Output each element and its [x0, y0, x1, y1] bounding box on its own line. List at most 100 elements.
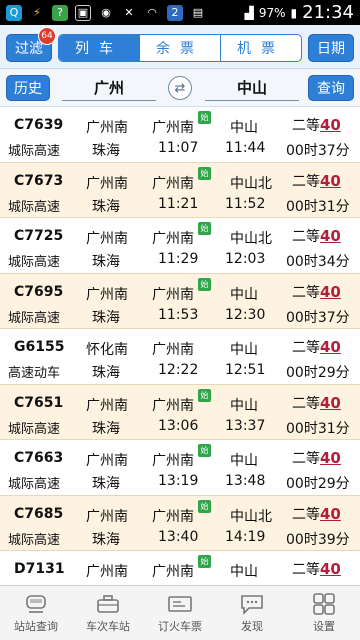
arrival-station: 中山 [230, 286, 258, 303]
train-destination: 珠海 [92, 254, 120, 270]
train-type: 城际高速 [8, 532, 61, 548]
history-button[interactable]: 历史 [6, 75, 50, 101]
train-destination: 珠海 [92, 143, 120, 159]
train-destination: 珠海 [92, 198, 120, 215]
train-type: 高速动车 [8, 366, 61, 381]
nav-book-ticket[interactable]: 订火车票 [144, 586, 216, 640]
train-row[interactable]: C7725 城际高速 广州南 珠海 广州南始 11:29 中山北 12:03 二等40 00时34… [0, 218, 360, 274]
battery-icon: ▮ [290, 5, 298, 20]
departure-station: 广州南 [152, 286, 194, 303]
seat-count[interactable]: 40 [320, 505, 341, 523]
nav-station-query[interactable]: 站站查询 [0, 586, 72, 640]
train-code: C7663 [14, 450, 64, 466]
departure-station: 广州南 [152, 453, 194, 469]
chat-icon [239, 593, 265, 615]
seat-class: 二等 [292, 173, 320, 190]
departure-time: 11:29 [158, 251, 199, 267]
origin-badge: 始 [198, 499, 211, 513]
ticket-icon [167, 593, 193, 615]
arrival-time: 13:37 [225, 417, 266, 434]
date-button[interactable]: 日期 [308, 34, 354, 62]
departure-time: 13:40 [158, 528, 199, 545]
train-code: C7673 [14, 172, 64, 189]
seat-count[interactable]: 40 [320, 394, 341, 412]
status-bar: Q ⚡ ? ▣ ◉ ✕ ◠ 2 ▤ ▟ 97% ▮ 21:34 [0, 0, 360, 25]
train-origin: 广州南 [86, 231, 128, 247]
train-row[interactable]: C7673 城际高速 广州南 珠海 广州南始 11:21 中山北 11:52 二等40 00时31… [0, 162, 360, 218]
origin-badge: 始 [198, 444, 211, 457]
seat-count[interactable]: 40 [320, 560, 341, 578]
seat-count[interactable]: 40 [320, 227, 341, 245]
arrival-station: 中山北 [230, 231, 272, 247]
nav-train-station[interactable]: 车次车站 [72, 586, 144, 640]
arrival-time: 11:44 [225, 140, 266, 156]
train-origin: 广州南 [86, 286, 128, 303]
train-code: C7695 [14, 283, 64, 300]
tab-trains[interactable]: 列车 [59, 35, 139, 61]
seat-availability: 二等40 [292, 226, 341, 246]
nav-discover[interactable]: 发现 [216, 586, 288, 640]
from-station-field[interactable]: 广州 [62, 74, 156, 101]
arrival-time: 12:51 [225, 362, 266, 378]
seat-availability: 二等40 [292, 393, 341, 413]
travel-duration: 00时31分 [286, 420, 350, 437]
grid-icon [311, 592, 337, 615]
departure-time: 13:19 [158, 473, 199, 489]
origin-badge: 始 [198, 222, 211, 235]
departure-time: 11:07 [158, 140, 199, 156]
arrival-station: 中山 [230, 120, 258, 136]
departure-time: 11:21 [158, 195, 199, 212]
seat-count[interactable]: 40 [320, 449, 341, 467]
train-row[interactable]: C7651 城际高速 广州南 珠海 广州南始 13:06 中山 13:37 二等40 00时31分 [0, 384, 360, 440]
train-code: C7639 [14, 117, 64, 133]
seat-count[interactable]: 40 [320, 338, 341, 356]
seat-count[interactable]: 40 [320, 116, 341, 134]
arrival-time: 11:52 [225, 195, 266, 212]
departure-station: 广州南 [152, 508, 194, 525]
image-icon: ▣ [75, 4, 91, 21]
train-destination: 珠海 [92, 476, 120, 492]
train-row[interactable]: C7695 城际高速 广州南 珠海 广州南始 11:53 中山 12:30 二等40 00时37分 [0, 273, 360, 329]
train-list[interactable]: C7639 城际高速 广州南 珠海 广州南始 11:07 中山 11:44 二等40 00时37分… [0, 107, 360, 585]
seat-class: 二等 [292, 562, 320, 578]
travel-duration: 00时29分 [286, 365, 350, 381]
train-origin: 怀化南 [86, 342, 128, 358]
train-destination: 珠海 [92, 420, 120, 437]
train-row[interactable]: C7639 城际高速 广州南 珠海 广州南始 11:07 中山 11:44 二等40 00时37分 [0, 107, 360, 163]
origin-badge: 始 [198, 166, 211, 180]
seat-availability: 二等40 [292, 448, 341, 468]
search-row: 历史 广州 ⇄ 中山 查询 [0, 69, 360, 107]
train-row[interactable]: D7131 广州南 广州南始中山 二等40 [0, 551, 360, 585]
swap-icon[interactable]: ⇄ [168, 76, 192, 100]
tab-remaining-tickets[interactable]: 余票 [139, 35, 220, 61]
train-origin: 广州南 [86, 508, 128, 525]
nav-settings[interactable]: 设置 [288, 586, 360, 640]
nav-settings-label: 设置 [313, 619, 335, 633]
train-code: G6155 [14, 339, 65, 355]
travel-duration: 00时39分 [286, 531, 350, 548]
seat-class: 二等 [292, 451, 320, 467]
train-row[interactable]: C7685 城际高速 广州南 珠海 广州南始 13:40 中山北 14:19 二等40 00时39… [0, 495, 360, 551]
train-origin: 广州南 [86, 397, 128, 414]
seat-class: 二等 [292, 118, 320, 134]
origin-badge: 始 [198, 555, 211, 568]
seat-count[interactable]: 40 [320, 283, 341, 301]
seat-count[interactable]: 40 [320, 172, 341, 190]
bottom-nav: 站站查询 车次车站 订火车票 发现 设置 [0, 585, 360, 640]
to-station-field[interactable]: 中山 [205, 74, 299, 101]
train-destination: 珠海 [92, 309, 120, 326]
seat-class: 二等 [292, 506, 320, 523]
origin-badge: 始 [198, 277, 211, 291]
arrival-time: 13:48 [225, 473, 266, 489]
train-row[interactable]: C7663 城际高速 广州南 珠海 广州南始 13:19 中山 13:48 二等40 00时29分 [0, 440, 360, 496]
train-origin: 广州南 [86, 120, 128, 136]
query-button[interactable]: 查询 [308, 75, 354, 101]
train-row[interactable]: G6155 高速动车 怀化南 珠海 广州南 12:22 中山 12:51 二等40 00时29分 [0, 329, 360, 385]
train-type: 城际高速 [8, 255, 61, 270]
departure-station: 广州南 [152, 175, 194, 192]
travel-duration: 00时31分 [286, 198, 350, 215]
tab-flights[interactable]: 机票 [220, 35, 301, 61]
train-origin: 广州南 [86, 453, 128, 469]
arrival-station: 中山北 [230, 175, 272, 192]
arrival-time: 12:30 [225, 306, 266, 323]
